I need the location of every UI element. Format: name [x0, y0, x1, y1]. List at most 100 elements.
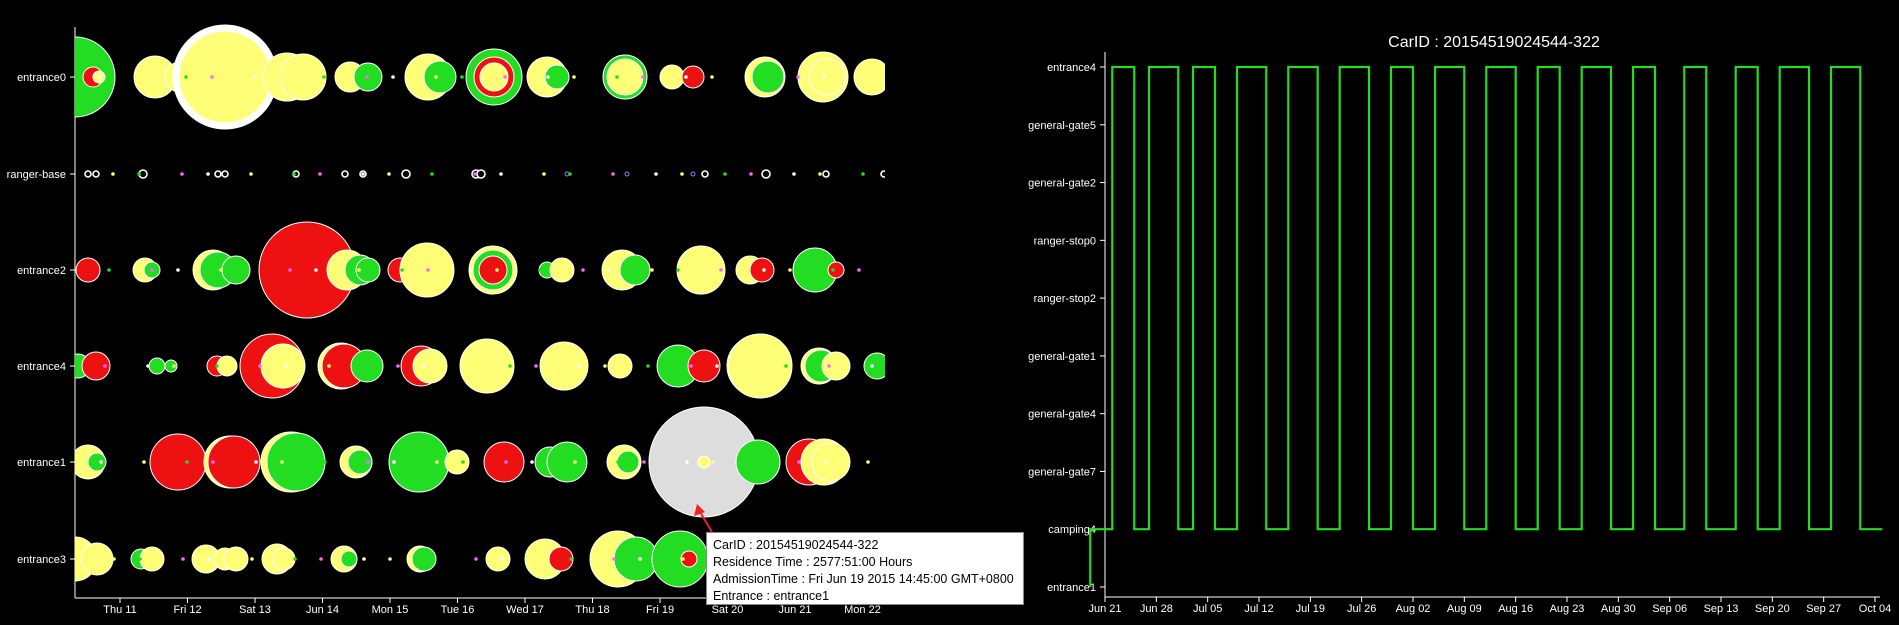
- bubble[interactable]: [266, 432, 326, 492]
- bubble-dot[interactable]: [460, 75, 464, 79]
- bubble-dot[interactable]: [861, 172, 865, 176]
- bubble-dot[interactable]: [181, 557, 185, 561]
- bubble-dot[interactable]: [391, 75, 395, 79]
- bubble-dot[interactable]: [495, 268, 499, 272]
- bubble[interactable]: [401, 169, 411, 179]
- bubble-dot[interactable]: [280, 460, 284, 464]
- bubble[interactable]: [340, 550, 358, 568]
- bubble[interactable]: [412, 348, 448, 384]
- bubble-dot[interactable]: [400, 268, 404, 272]
- bubble-dot[interactable]: [615, 75, 619, 79]
- bubble-dot[interactable]: [749, 172, 753, 176]
- bubble-dot[interactable]: [435, 460, 439, 464]
- bubble-dot[interactable]: [353, 364, 357, 368]
- bubble[interactable]: [701, 170, 709, 178]
- bubble-dot[interactable]: [684, 75, 688, 79]
- bubble-dot[interactable]: [185, 460, 189, 464]
- bubble-dot[interactable]: [107, 268, 111, 272]
- bubble[interactable]: [216, 355, 238, 377]
- bubble[interactable]: [549, 257, 575, 283]
- bubble-dot[interactable]: [689, 364, 693, 368]
- bubble[interactable]: [388, 431, 450, 493]
- bubble-dot[interactable]: [650, 268, 654, 272]
- bubble-dot[interactable]: [319, 557, 323, 561]
- bubble[interactable]: [761, 169, 771, 179]
- bubble-dot[interactable]: [207, 557, 211, 561]
- bubble-dot[interactable]: [654, 172, 658, 176]
- bubble[interactable]: [651, 530, 709, 588]
- bubble-dot[interactable]: [538, 268, 542, 272]
- bubble-dot[interactable]: [103, 364, 107, 368]
- bubble-dot[interactable]: [146, 364, 150, 368]
- bubble[interactable]: [149, 433, 207, 491]
- bubble[interactable]: [613, 536, 659, 582]
- bubble[interactable]: [84, 170, 92, 178]
- bubble[interactable]: [607, 353, 633, 379]
- bubble[interactable]: [87, 452, 107, 472]
- bubble-dot[interactable]: [723, 172, 727, 176]
- bubble-dot[interactable]: [422, 364, 426, 368]
- bubble-dot[interactable]: [603, 364, 607, 368]
- bubble-dot[interactable]: [638, 557, 642, 561]
- bubble[interactable]: [207, 435, 261, 489]
- bubble-dot[interactable]: [141, 75, 145, 79]
- bubble[interactable]: [619, 254, 651, 286]
- bubble[interactable]: [606, 58, 644, 96]
- bubble[interactable]: [749, 257, 775, 283]
- bubble-dot[interactable]: [465, 364, 469, 368]
- bubble[interactable]: [676, 245, 726, 295]
- bubble-dot[interactable]: [754, 460, 758, 464]
- bubble-dot[interactable]: [322, 75, 326, 79]
- bubble-dot[interactable]: [279, 75, 283, 79]
- bubble[interactable]: [221, 170, 229, 178]
- bubble-dot[interactable]: [681, 557, 685, 561]
- bubble-dot[interactable]: [396, 364, 400, 368]
- bubble[interactable]: [272, 547, 296, 571]
- bubble-dot[interactable]: [796, 75, 800, 79]
- bubble-dot[interactable]: [461, 460, 465, 464]
- bubble-dot[interactable]: [323, 460, 327, 464]
- bubble-dot[interactable]: [138, 557, 142, 561]
- bubble-dot[interactable]: [822, 75, 826, 79]
- bubble-dot[interactable]: [572, 75, 576, 79]
- bubble-dot[interactable]: [327, 364, 331, 368]
- bubble-dot[interactable]: [504, 460, 508, 464]
- bubble-dot[interactable]: [581, 268, 585, 272]
- bubble[interactable]: [811, 442, 851, 482]
- bubble[interactable]: [485, 546, 511, 572]
- bubble[interactable]: [341, 170, 349, 178]
- bubble-dot[interactable]: [530, 460, 534, 464]
- bubble-dot[interactable]: [249, 172, 253, 176]
- bubble[interactable]: [423, 60, 457, 94]
- bubble-dot[interactable]: [719, 268, 723, 272]
- bubble-dot[interactable]: [98, 75, 102, 79]
- bubble-dot[interactable]: [792, 172, 796, 176]
- bubble-dot[interactable]: [258, 364, 262, 368]
- bubble-dot[interactable]: [219, 268, 223, 272]
- bubble[interactable]: [822, 170, 830, 178]
- bubble-dot[interactable]: [680, 172, 684, 176]
- bubble-dot[interactable]: [142, 460, 146, 464]
- bubble-dot[interactable]: [642, 460, 646, 464]
- bubble[interactable]: [659, 64, 685, 90]
- bubble-dot[interactable]: [137, 172, 141, 176]
- bubble[interactable]: [178, 30, 272, 124]
- bubble-dot[interactable]: [827, 364, 831, 368]
- bubble-dot[interactable]: [499, 172, 503, 176]
- bubble-dot[interactable]: [797, 460, 801, 464]
- bubble[interactable]: [214, 170, 222, 178]
- bubble-dot[interactable]: [612, 557, 616, 561]
- bubble-dot[interactable]: [870, 364, 874, 368]
- bubble-dot[interactable]: [641, 75, 645, 79]
- bubble-dot[interactable]: [392, 460, 396, 464]
- bubble[interactable]: [476, 169, 486, 179]
- highlight-dot[interactable]: [697, 455, 711, 469]
- bubble-dot[interactable]: [534, 364, 538, 368]
- bubble-dot[interactable]: [508, 364, 512, 368]
- bubble-dot[interactable]: [292, 172, 296, 176]
- bubble-dot[interactable]: [500, 557, 504, 561]
- bubble[interactable]: [616, 450, 640, 474]
- bubble-dot[interactable]: [430, 172, 434, 176]
- bubble[interactable]: [546, 441, 588, 483]
- bubble-dot[interactable]: [111, 172, 115, 176]
